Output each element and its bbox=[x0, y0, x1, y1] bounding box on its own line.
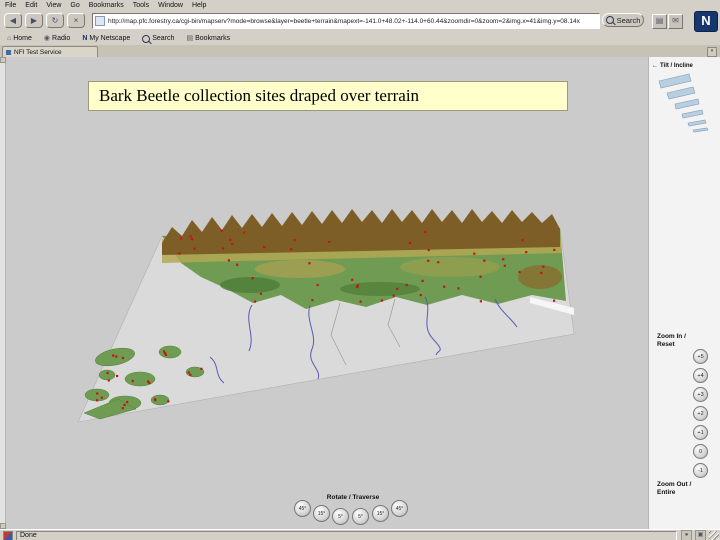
rotate-traverse-label: Rotate / Traverse bbox=[326, 494, 380, 501]
reload-icon[interactable]: ↻ bbox=[46, 13, 64, 28]
menu-view[interactable]: View bbox=[46, 2, 61, 9]
zoom-out-label: Zoom Out / Entire bbox=[657, 481, 691, 497]
netscape-icon: N bbox=[82, 35, 88, 42]
toolbar-home-label: Home bbox=[13, 35, 32, 42]
radio-icon: ◉ bbox=[43, 35, 51, 42]
rotate-button[interactable]: 15° bbox=[313, 505, 330, 522]
menu-tools[interactable]: Tools bbox=[133, 2, 149, 9]
toolbar-search[interactable]: Search bbox=[142, 34, 175, 43]
menu-go[interactable]: Go bbox=[70, 2, 79, 9]
page-content: Bark Beetle collection sites draped over… bbox=[0, 57, 720, 529]
rotate-button[interactable]: 45° bbox=[294, 500, 311, 517]
bookmarks-icon: ▤ bbox=[186, 35, 194, 42]
tilt-incline-label: ← Tilt / Incline bbox=[652, 63, 693, 69]
toolbar-radio-label: Radio bbox=[52, 35, 71, 42]
zoom-button[interactable]: +1 bbox=[693, 425, 708, 440]
status-text: Done bbox=[20, 532, 37, 539]
zoom-button[interactable]: +2 bbox=[693, 406, 708, 421]
tilt-arrow-icon: ← bbox=[652, 63, 658, 69]
page-icon bbox=[95, 16, 105, 26]
zoom-in-line2: Reset bbox=[657, 341, 675, 348]
zoom-out-line2: Entire bbox=[657, 489, 676, 496]
tab-label: NFI Test Service bbox=[14, 48, 62, 56]
forward-icon[interactable]: ▶ bbox=[25, 13, 43, 28]
browser-window: File Edit View Go Bookmarks Tools Window… bbox=[0, 0, 720, 540]
personal-toolbar: ⌂ Home ◉ Radio N My Netscape Search ▤ Bo… bbox=[0, 32, 720, 46]
zoom-out-line1: Zoom Out / bbox=[657, 481, 692, 488]
tab-list-icon[interactable]: ▾ bbox=[707, 47, 717, 57]
back-icon[interactable]: ◀ bbox=[4, 13, 22, 28]
rotate-button[interactable]: 5° bbox=[352, 508, 369, 525]
status-message-pane: Done bbox=[16, 530, 677, 540]
zoom-button[interactable]: +3 bbox=[693, 387, 708, 402]
tab-icon bbox=[6, 49, 11, 55]
zoom-in-label: Zoom In / Reset bbox=[657, 333, 686, 349]
resize-grip-icon[interactable] bbox=[709, 530, 719, 540]
status-bar: Done ● ▣ bbox=[0, 529, 720, 540]
stop-icon[interactable]: × bbox=[67, 13, 85, 28]
menu-file[interactable]: File bbox=[5, 2, 16, 9]
menu-window[interactable]: Window bbox=[158, 2, 183, 9]
toolbar-my-netscape[interactable]: N My Netscape bbox=[82, 35, 130, 42]
toolbar-home[interactable]: ⌂ Home bbox=[7, 35, 32, 42]
zoom-button[interactable]: 0 bbox=[693, 444, 708, 459]
url-text: http://map.pfc.forestry.ca/cgi-bin/mapse… bbox=[108, 17, 580, 25]
map-side-panel: ← Tilt / Incline Zoom In / Reset +5 +4 +… bbox=[648, 57, 720, 529]
url-bar[interactable]: http://map.pfc.forestry.ca/cgi-bin/mapse… bbox=[92, 13, 600, 29]
search-icon bbox=[142, 34, 151, 43]
zoom-button[interactable]: -1 bbox=[693, 463, 708, 478]
status-icon bbox=[3, 530, 13, 540]
toolbar-bookmarks[interactable]: ▤ Bookmarks bbox=[186, 35, 230, 42]
navigation-toolbar: ◀ ▶ ↻ × http://map.pfc.forestry.ca/cgi-b… bbox=[0, 10, 720, 33]
toolbar-bookmarks-label: Bookmarks bbox=[195, 35, 231, 42]
netscape-logo[interactable]: N bbox=[694, 11, 718, 32]
zoom-button[interactable]: +4 bbox=[693, 368, 708, 383]
terrain-map[interactable] bbox=[0, 57, 648, 529]
print-icon[interactable]: ▤ bbox=[652, 14, 667, 29]
rotate-button[interactable]: 15° bbox=[372, 505, 389, 522]
rotate-button[interactable]: 45° bbox=[391, 500, 408, 517]
toolbar-my-netscape-label: My Netscape bbox=[89, 35, 131, 42]
search-icon bbox=[605, 16, 614, 24]
search-button-label: Search bbox=[616, 15, 641, 25]
component-icon[interactable]: ▣ bbox=[695, 530, 706, 540]
toolbar-search-label: Search bbox=[152, 35, 175, 42]
tilt-fan-control[interactable] bbox=[657, 73, 715, 135]
home-icon: ⌂ bbox=[7, 35, 12, 42]
menu-help[interactable]: Help bbox=[192, 2, 206, 9]
toolbar-radio[interactable]: ◉ Radio bbox=[44, 35, 70, 42]
zoom-in-line1: Zoom In / bbox=[657, 333, 686, 340]
menu-edit[interactable]: Edit bbox=[25, 2, 37, 9]
menu-bookmarks[interactable]: Bookmarks bbox=[89, 2, 124, 9]
search-button[interactable]: Search bbox=[602, 13, 644, 27]
zoom-button[interactable]: +5 bbox=[693, 349, 708, 364]
mail-icon[interactable]: ✉ bbox=[668, 14, 683, 29]
rotate-button[interactable]: 5° bbox=[332, 508, 349, 525]
tab-nfi-test-service[interactable]: NFI Test Service bbox=[2, 46, 98, 57]
security-icon[interactable]: ● bbox=[681, 530, 692, 540]
page-title: Bark Beetle collection sites draped over… bbox=[88, 81, 568, 111]
tilt-label-text: Tilt / Incline bbox=[660, 63, 693, 69]
